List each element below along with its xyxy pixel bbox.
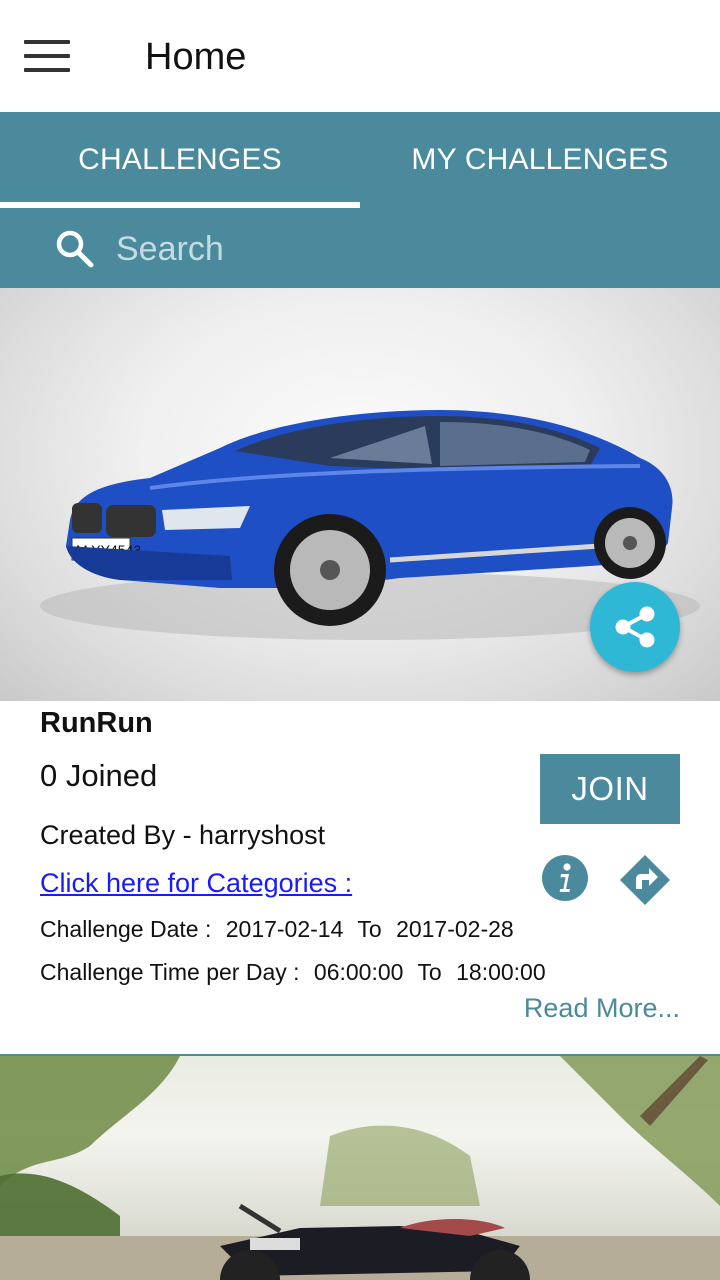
app-bar: Home (0, 0, 720, 112)
tab-challenges[interactable]: CHALLENGES (0, 112, 360, 208)
motorcycle-illustration (0, 1056, 720, 1280)
read-more-link[interactable]: Read More... (524, 993, 680, 1024)
menu-icon[interactable] (22, 38, 74, 78)
tab-my-challenges[interactable]: MY CHALLENGES (360, 112, 720, 208)
search-input[interactable] (116, 222, 676, 276)
joined-count: 0 Joined (40, 758, 158, 793)
created-by: Created By - harryshost (40, 820, 326, 850)
categories-link[interactable]: Click here for Categories : (40, 868, 352, 899)
share-button[interactable] (590, 582, 680, 672)
challenge-time: Challenge Time per Day : 06:00:00 To 18:… (40, 959, 554, 986)
page-title: Home (145, 36, 247, 78)
challenge-title: RunRun (40, 707, 153, 739)
challenge-time-to-label: To (417, 959, 442, 985)
tab-bar: CHALLENGES MY CHALLENGES (0, 112, 720, 208)
challenge-date: Challenge Date : 2017-02-14 To 2017-02-2… (40, 916, 522, 943)
share-icon (615, 606, 655, 648)
challenge-date-label: Challenge Date : (40, 916, 212, 942)
challenge-date-to: 2017-02-28 (396, 916, 514, 942)
challenge-time-from: 06:00:00 (313, 959, 404, 985)
challenge-time-label: Challenge Time per Day : (40, 959, 300, 985)
challenge-date-to-label: To (357, 916, 382, 942)
challenge-time-to: 18:00:00 (456, 959, 546, 985)
challenge-image-2[interactable] (0, 1056, 720, 1280)
join-button[interactable]: JOIN (540, 754, 680, 824)
challenge-date-from: 2017-02-14 (225, 916, 344, 942)
info-icon[interactable] (542, 855, 588, 901)
directions-icon[interactable] (618, 853, 672, 907)
search-icon[interactable] (54, 228, 94, 268)
